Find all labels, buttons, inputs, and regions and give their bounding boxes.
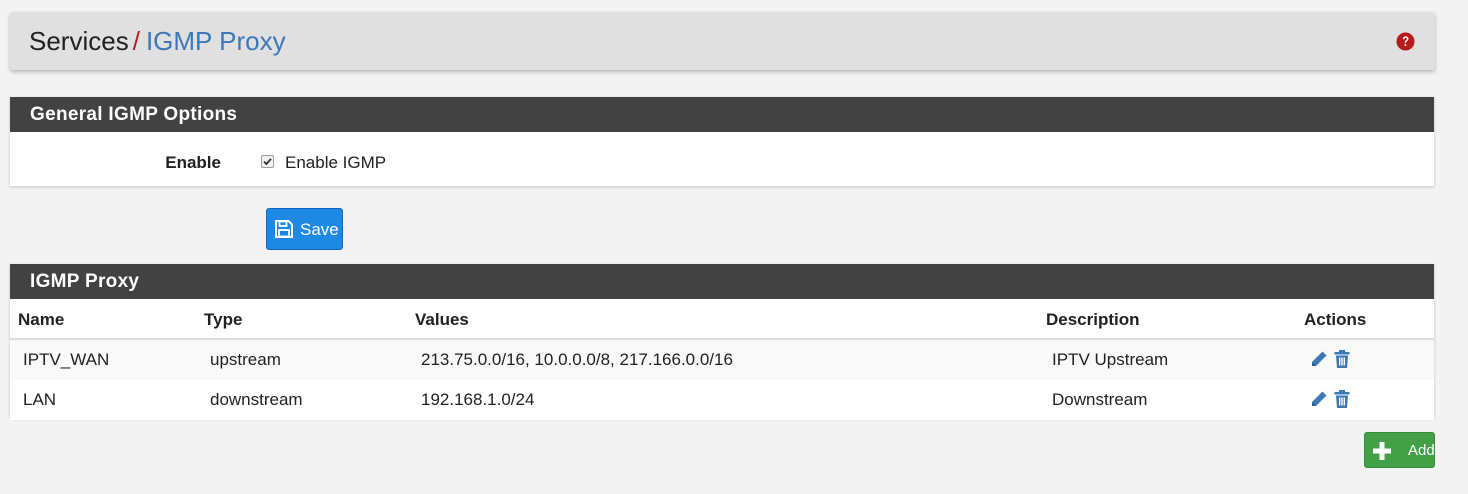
igmp-proxy-panel: IGMP Proxy Name Type Values Description … [10,264,1434,420]
cell-type: upstream [210,350,281,369]
panel-title: IGMP Proxy [10,264,1434,299]
table-row: IPTV_WAN upstream 213.75.0.0/16, 10.0.0.… [10,340,1434,381]
cell-values: 213.75.0.0/16, 10.0.0.0/8, 217.166.0.0/1… [421,350,733,369]
column-header-actions: Actions [1304,310,1367,329]
panel-title: General IGMP Options [10,97,1434,132]
plus-icon [1373,442,1391,460]
cell-name: LAN [23,390,57,409]
column-header-description[interactable]: Description [1046,310,1140,330]
cell-description: IPTV Upstream [1052,350,1169,369]
enable-igmp-checkbox[interactable] [261,155,274,168]
save-button[interactable]: Save [266,208,343,250]
column-header-name[interactable]: Name [18,310,64,330]
floppy-disk-icon [275,220,293,238]
pencil-icon[interactable] [1309,349,1329,369]
pencil-icon[interactable] [1309,389,1329,409]
cell-type: downstream [210,390,303,409]
breadcrumb-separator: / [132,26,140,56]
enable-label: Enable [165,153,221,172]
add-button[interactable]: Add [1364,432,1435,468]
table-row: LAN downstream 192.168.1.0/24 Downstream [10,380,1434,420]
enable-igmp-label[interactable]: Enable IGMP [285,153,386,173]
breadcrumb-current[interactable]: IGMP Proxy [146,26,286,56]
column-header-values[interactable]: Values [415,310,469,330]
general-options-panel: General IGMP Options Enable Enable IGMP [10,97,1434,186]
save-button-label: Save [300,220,339,239]
question-circle-icon[interactable] [1396,32,1415,51]
trash-icon[interactable] [1333,389,1351,409]
cell-name: IPTV_WAN [23,350,110,369]
trash-icon[interactable] [1333,349,1351,369]
column-header-type[interactable]: Type [204,310,242,330]
checkmark-icon [263,158,272,166]
breadcrumb: Services / IGMP Proxy [29,26,286,56]
breadcrumb-parent[interactable]: Services [29,26,129,56]
cell-values: 192.168.1.0/24 [421,390,535,409]
cell-description: Downstream [1052,390,1148,409]
breadcrumb-bar: Services / IGMP Proxy [10,12,1435,70]
add-button-label: Add [1408,442,1435,459]
